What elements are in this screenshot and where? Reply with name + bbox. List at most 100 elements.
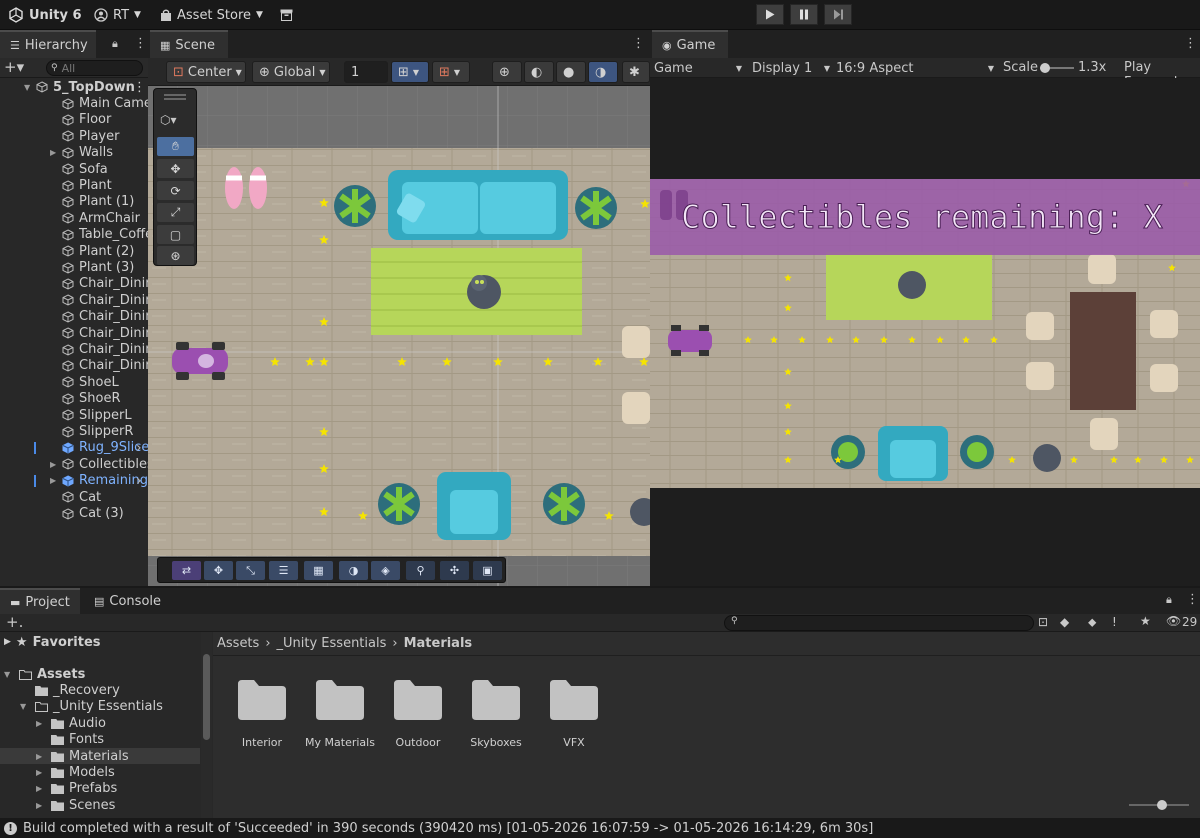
hierarchy-item[interactable]: Chair_Dining	[0, 341, 148, 357]
hierarchy-item[interactable]: ▶ Collectibles	[0, 456, 148, 472]
expand-closed-icon[interactable]: ▶	[36, 719, 46, 728]
hierarchy-item[interactable]: Chair_Dining	[0, 358, 148, 374]
shuffle-icon[interactable]: ⇄	[172, 561, 201, 580]
hierarchy-item[interactable]: Sofa	[0, 161, 148, 177]
more-options-icon[interactable]: ⋮	[632, 36, 645, 51]
eye-icon[interactable]: 👁︎	[1166, 614, 1181, 628]
account-button[interactable]: RT ▼	[94, 0, 141, 30]
grid-icon[interactable]: ▦	[304, 561, 333, 580]
breadcrumb-materials[interactable]: Materials	[404, 636, 473, 651]
game-view[interactable]: Collectibles remaining: X	[650, 78, 1200, 586]
camera-icon[interactable]: ▣	[473, 561, 502, 580]
hierarchy-item[interactable]: Plant	[0, 177, 148, 193]
hierarchy-item[interactable]: Player	[0, 128, 148, 144]
expand-closed-icon[interactable]: ▶	[36, 784, 46, 793]
unity-menu[interactable]: Unity 6	[8, 0, 82, 30]
scene-viewport[interactable]	[148, 86, 650, 586]
plant[interactable]	[543, 483, 585, 525]
project-tree-item[interactable]: Fonts	[0, 732, 200, 748]
project-tree-item[interactable]: _Recovery	[0, 682, 200, 698]
debug-button[interactable]: ✱	[622, 61, 650, 83]
dining-chair[interactable]	[622, 326, 650, 358]
hierarchy-item[interactable]: SlipperL	[0, 407, 148, 423]
tab-console[interactable]: ▤ Console	[84, 588, 170, 614]
project-tree-item[interactable]: ▶ Prefabs	[0, 781, 200, 797]
project-tree-item[interactable]: ▼ Assets	[0, 666, 200, 682]
pause-button[interactable]	[790, 4, 818, 25]
hierarchy-item[interactable]: Cat (3)	[0, 505, 148, 521]
tab-scene[interactable]: ▦ Scene	[150, 30, 228, 58]
scale-slider[interactable]	[1040, 63, 1074, 73]
tab-hierarchy[interactable]: ☰ Hierarchy	[0, 30, 96, 58]
open-prefab-arrow-icon[interactable]: ›	[136, 440, 142, 456]
pivot-dropdown[interactable]: ⊡ Center ▼	[166, 61, 246, 83]
sofa[interactable]	[388, 170, 568, 240]
dining-chair[interactable]	[622, 392, 650, 424]
folder-item[interactable]: Outdoor	[378, 678, 458, 749]
type-filter-icon[interactable]: ◆	[1060, 615, 1069, 629]
tab-project[interactable]: ▬ Project	[0, 588, 80, 614]
hand-tool[interactable]: ✋︎	[157, 137, 194, 156]
hierarchy-item[interactable]: Rug_9Slice ›	[0, 440, 148, 456]
view-dropdown[interactable]: Game ▼	[654, 59, 742, 77]
plant[interactable]	[378, 483, 420, 525]
grid-visibility-button[interactable]: ⊞ ▼	[432, 61, 470, 83]
hierarchy-item[interactable]: Chair_Dining	[0, 292, 148, 308]
favorite-star-icon[interactable]: ★	[1140, 614, 1151, 628]
add-icon[interactable]: +.	[6, 613, 23, 631]
more-options-icon[interactable]: ⋮	[1184, 36, 1197, 51]
hierarchy-item[interactable]: ShoeL	[0, 374, 148, 390]
zoom-icon[interactable]: ⚲	[406, 561, 435, 580]
project-tree-item[interactable]: ▶ Materials	[0, 748, 200, 765]
asset-store-button[interactable]: Asset Store ▼	[160, 0, 263, 30]
breadcrumb-unity-essentials[interactable]: _Unity Essentials	[277, 636, 387, 651]
expand-closed-icon[interactable]: ▶	[50, 460, 56, 469]
expand-closed-icon[interactable]: ▶	[50, 476, 56, 485]
play-button[interactable]	[756, 4, 784, 25]
expand-closed-icon[interactable]: ▶	[36, 801, 46, 810]
moon-icon[interactable]: ◑	[339, 561, 368, 580]
slider-thumb[interactable]	[1157, 800, 1167, 810]
add-icon[interactable]: +▾	[4, 58, 24, 76]
lock-icon[interactable]: 🔒︎	[112, 37, 118, 51]
project-tree-item[interactable]: ▼ _Unity Essentials	[0, 699, 200, 715]
hierarchy-item[interactable]: Main Camera	[0, 95, 148, 111]
hierarchy-item[interactable]: Table_Coffee	[0, 227, 148, 243]
expand-closed-icon[interactable]: ▶	[50, 148, 56, 157]
snap-value-input[interactable]: 1	[344, 61, 388, 83]
label-filter-icon[interactable]: ⬥	[1088, 615, 1096, 630]
armchair[interactable]	[437, 472, 511, 540]
cat[interactable]	[467, 275, 501, 309]
folder-item[interactable]: VFX	[534, 678, 614, 749]
lighting-button[interactable]: ◑	[588, 61, 618, 83]
more-options-icon[interactable]: ⋮	[133, 80, 146, 95]
expand-closed-icon[interactable]: ▶	[36, 752, 46, 761]
hierarchy-item[interactable]: Cat	[0, 489, 148, 505]
package-icon[interactable]	[280, 0, 293, 30]
hierarchy-item[interactable]: Plant (1)	[0, 194, 148, 210]
tree-scrollbar[interactable]	[201, 632, 212, 818]
hierarchy-item[interactable]: Plant (3)	[0, 259, 148, 275]
hierarchy-search-input[interactable]: ⚲ All	[46, 60, 143, 76]
grid-snap-button[interactable]: ⊞ ▼	[391, 61, 429, 83]
display-dropdown[interactable]: Display 1 ▼	[752, 59, 830, 77]
shaded-button[interactable]: ●	[556, 61, 586, 83]
favorites-item[interactable]: ▶ ★ Favorites	[4, 634, 101, 650]
hierarchy-item[interactable]: Floor	[0, 112, 148, 128]
expand-open-icon[interactable]: ▼	[20, 702, 30, 711]
expand-open-icon[interactable]: ▼	[24, 83, 30, 92]
hierarchy-item[interactable]: Plant (2)	[0, 243, 148, 259]
transform-tool[interactable]: ⊛	[157, 246, 194, 265]
breadcrumb-assets[interactable]: Assets	[217, 636, 259, 651]
wireframe-button[interactable]: ◐	[524, 61, 554, 83]
more-options-icon[interactable]: ⋮	[134, 36, 147, 51]
project-tree-item[interactable]: ▶ Audio	[0, 715, 200, 731]
project-tree-item[interactable]: ▶ Models	[0, 764, 200, 780]
pivot-icon[interactable]: ✣	[440, 561, 469, 580]
hierarchy-item[interactable]: Chair_Dining	[0, 276, 148, 292]
hierarchy-item[interactable]: SlipperR	[0, 423, 148, 439]
folder-item[interactable]: My Materials	[300, 678, 380, 749]
hierarchy-item[interactable]: ShoeR	[0, 391, 148, 407]
more-options-icon[interactable]: ⋮	[1186, 592, 1199, 607]
project-search-input[interactable]: ⚲	[724, 615, 1034, 631]
